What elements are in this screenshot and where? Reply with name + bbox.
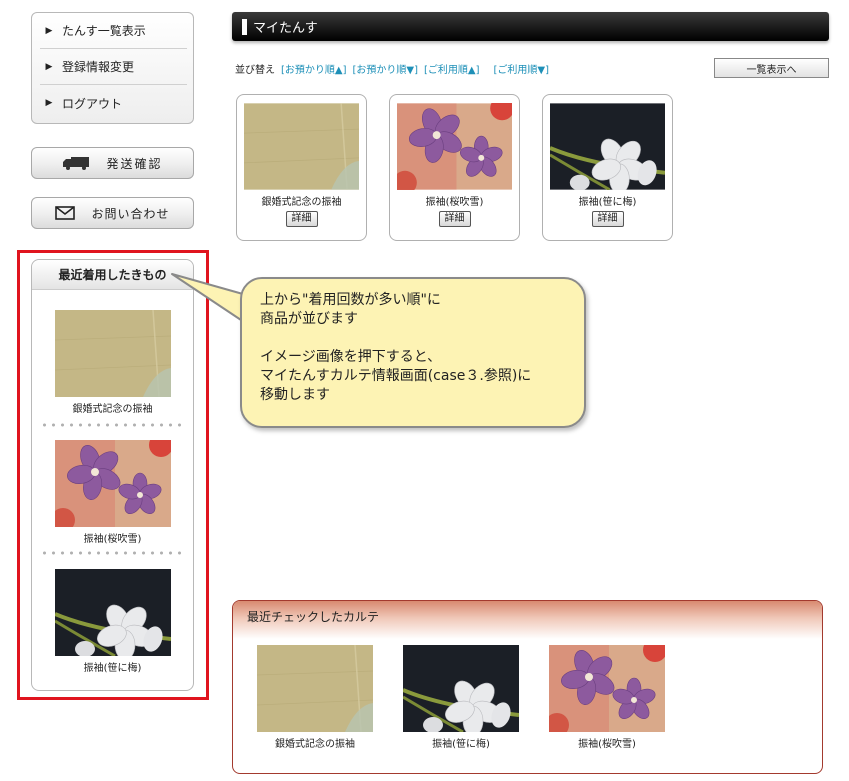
callout-line: 商品が並びます (260, 311, 358, 327)
triangle-right-icon: ▶ (45, 61, 53, 72)
recent-worn-item[interactable]: 振袖(笹に梅) (32, 569, 193, 674)
menu-item-edit-registration[interactable]: ▶ 登録情報変更 (40, 49, 187, 85)
sort-deposit-desc-link[interactable]: [お預かり順▼] (353, 61, 419, 76)
item-caption: 銀婚式記念の振袖 (275, 739, 355, 750)
shipping-confirm-button[interactable]: 発送確認 (31, 147, 194, 179)
kimono-card: 振袖(桜吹雪) 詳細 (389, 94, 520, 241)
detail-button[interactable]: 詳細 (591, 211, 624, 227)
item-caption: 振袖(桜吹雪) (83, 534, 142, 545)
kimono-thumbnail[interactable] (397, 103, 512, 190)
kimono-thumbnail[interactable] (403, 645, 519, 732)
dotted-divider (40, 423, 187, 427)
sort-usage-desc-link[interactable]: [ご利用順▼] (494, 61, 550, 76)
kimono-thumbnail[interactable] (550, 103, 665, 190)
detail-button[interactable]: 詳細 (285, 211, 318, 227)
title-marker (242, 18, 247, 35)
recent-karte-panel: 最近チェックしたカルテ 銀婚式記念の振袖 振袖(笹に梅) 振袖(桜吹雪) (232, 600, 823, 774)
item-caption: 銀婚式記念の振袖 (261, 197, 342, 208)
kimono-thumbnail[interactable] (55, 569, 171, 656)
item-caption: 振袖(笹に梅) (432, 739, 490, 750)
truck-icon (62, 156, 90, 170)
item-caption: 振袖(笹に梅) (578, 197, 637, 208)
menu-item-tansu-list[interactable]: ▶ たんす一覧表示 (40, 13, 187, 49)
sort-controls: 並び替え [お預かり順▲] [お預かり順▼] [ご利用順▲] [ご利用順▼] (235, 61, 555, 76)
contact-button[interactable]: お問い合わせ (31, 197, 194, 229)
dotted-divider (40, 551, 187, 555)
page-title-bar: マイたんす (232, 12, 829, 41)
item-caption: 銀婚式記念の振袖 (72, 404, 153, 415)
triangle-right-icon: ▶ (45, 98, 53, 108)
item-caption: 振袖(笹に梅) (83, 663, 142, 674)
recent-karte-title: 最近チェックしたカルテ (233, 601, 822, 639)
sort-deposit-asc-link[interactable]: [お預かり順▲] (281, 61, 347, 76)
annotation-callout: 上から"着用回数が多い順"に 商品が並びます イメージ画像を押下すると、 マイた… (240, 277, 586, 428)
account-menu: ▶ たんす一覧表示 ▶ 登録情報変更 ▶ ログアウト (31, 12, 194, 124)
karte-item[interactable]: 振袖(桜吹雪) (549, 645, 665, 750)
karte-item[interactable]: 振袖(笹に梅) (403, 645, 519, 750)
item-caption: 振袖(桜吹雪) (425, 197, 484, 208)
recent-worn-item[interactable]: 振袖(桜吹雪) (32, 440, 193, 545)
menu-item-label: ログアウト (62, 96, 123, 111)
triangle-right-icon: ▶ (45, 25, 53, 36)
menu-item-label: たんす一覧表示 (62, 24, 146, 38)
karte-item[interactable]: 銀婚式記念の振袖 (257, 645, 373, 750)
sort-label: 並び替え (235, 65, 275, 76)
shipping-confirm-label: 発送確認 (106, 156, 163, 171)
kimono-thumbnail[interactable] (244, 103, 359, 190)
contact-label: お問い合わせ (91, 206, 170, 221)
callout-line: 移動します (260, 387, 330, 403)
kimono-thumbnail[interactable] (55, 310, 171, 397)
kimono-card: 振袖(笹に梅) 詳細 (542, 94, 673, 241)
envelope-icon (55, 206, 76, 220)
callout-line: 上から"着用回数が多い順"に (260, 292, 441, 308)
callout-line: マイたんすカルテ情報画面(case３.参照)に (260, 368, 532, 384)
kimono-thumbnail[interactable] (55, 440, 171, 527)
list-view-button[interactable]: 一覧表示へ (714, 58, 829, 78)
kimono-card: 銀婚式記念の振袖 詳細 (236, 94, 367, 241)
detail-button[interactable]: 詳細 (438, 211, 471, 227)
callout-line: イメージ画像を押下すると、 (260, 349, 442, 365)
kimono-thumbnail[interactable] (549, 645, 665, 732)
item-caption: 振袖(桜吹雪) (578, 739, 636, 750)
menu-item-label: 登録情報変更 (62, 60, 135, 74)
sort-usage-asc-link[interactable]: [ご利用順▲] (424, 61, 480, 76)
kimono-thumbnail[interactable] (257, 645, 373, 732)
menu-item-logout[interactable]: ▶ ログアウト (40, 85, 187, 121)
page-title: マイたんす (253, 21, 318, 36)
